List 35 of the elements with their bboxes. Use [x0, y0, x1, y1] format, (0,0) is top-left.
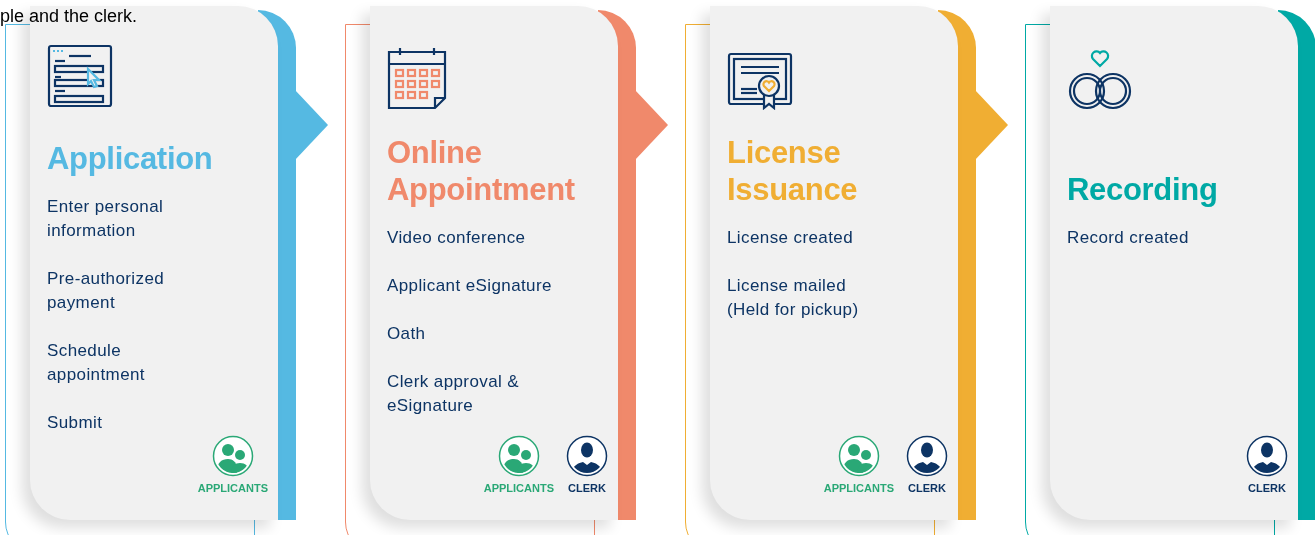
applicants-avatar-icon	[837, 435, 880, 477]
role-label: APPLICANTS	[823, 483, 894, 494]
certificate-icon	[727, 52, 793, 110]
step-title: Online Appointment	[387, 134, 575, 208]
step-task: Schedule appointment	[47, 340, 145, 386]
clerk-avatar-icon	[1246, 435, 1288, 477]
role-label: CLERK	[908, 483, 946, 494]
step-task: Video conference	[387, 227, 526, 249]
role-label: APPLICANTS	[483, 483, 554, 494]
step-title: License Issuance	[727, 134, 858, 208]
step-task: Clerk approval & eSignature	[387, 371, 520, 417]
step-task: Record created	[1067, 227, 1189, 249]
step-arrow-icon	[295, 90, 328, 160]
role-label: APPLICANTS	[197, 483, 268, 494]
step-task: Pre-authorized payment	[47, 268, 165, 314]
web-form-icon	[47, 44, 113, 108]
calendar-icon	[387, 46, 447, 110]
step-task: License created	[727, 227, 854, 249]
intro-text: ple and the clerk.	[0, 5, 138, 28]
role-label: CLERK	[568, 483, 606, 494]
applicants-avatar-icon	[497, 435, 540, 477]
step-task: Submit	[47, 412, 103, 434]
clerk-avatar-icon	[906, 435, 948, 477]
role-label: CLERK	[1248, 483, 1286, 494]
step-title: Recording	[1067, 171, 1218, 208]
step-task: Oath	[387, 323, 426, 345]
step-task: License mailed (Held for pickup)	[727, 275, 859, 321]
step-arrow-icon	[635, 90, 668, 160]
applicants-avatar-icon	[211, 435, 254, 477]
step-task: Enter personal information	[47, 196, 164, 242]
step-arrow-icon	[975, 90, 1008, 160]
wedding-rings-icon	[1067, 48, 1133, 110]
step-title: Application	[47, 140, 213, 177]
step-task: Applicant eSignature	[387, 275, 552, 297]
clerk-avatar-icon	[566, 435, 608, 477]
